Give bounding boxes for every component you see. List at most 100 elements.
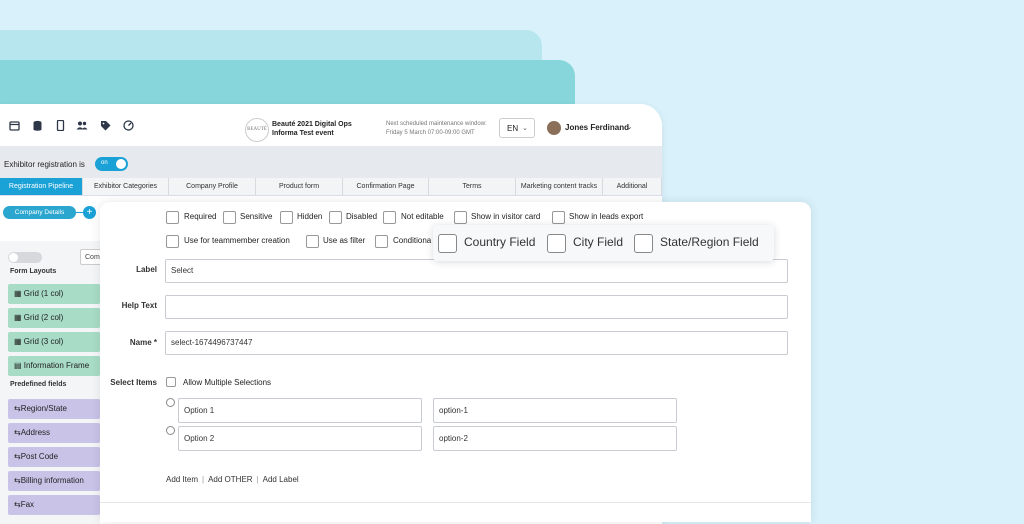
tab-product-form[interactable]: Product form [256, 178, 343, 195]
field-fax[interactable]: ⇆Fax [8, 495, 100, 515]
add-other-link[interactable]: Add OTHER [208, 475, 252, 484]
field-label: Region/State [20, 404, 67, 413]
option-1-value-input[interactable]: option-1 [433, 398, 677, 423]
show-in-visitor-card-label: Show in visitor card [471, 212, 541, 221]
tab-terms[interactable]: Terms [429, 178, 516, 195]
sidebar-toggle[interactable] [8, 252, 42, 263]
maintenance-title: Next scheduled maintenance window: [386, 121, 487, 127]
sensitive-checkbox[interactable] [223, 211, 236, 224]
option-2-value-input[interactable]: option-2 [433, 426, 677, 451]
show-in-visitor-card-checkbox[interactable] [454, 211, 467, 224]
mobile-icon[interactable] [53, 119, 67, 134]
chevron-down-icon: ⌄ [522, 125, 528, 132]
event-logo: BEAUTÉ [245, 118, 269, 142]
disabled-checkbox[interactable] [329, 211, 342, 224]
layout-grid-3[interactable]: ▦ Grid (3 col) [8, 332, 100, 352]
not-editable-checkbox[interactable] [383, 211, 396, 224]
city-field-label: City Field [573, 235, 624, 249]
tab-bar: Registration Pipeline Exhibitor Categori… [0, 178, 662, 196]
calendar-icon[interactable] [7, 120, 21, 134]
maintenance-notice: Next scheduled maintenance window: Frida… [386, 120, 487, 138]
field-label: Fax [20, 500, 35, 509]
layout-label: Grid (1 col) [23, 289, 64, 298]
required-checkbox[interactable] [166, 211, 179, 224]
conditional-label: Conditiona [393, 236, 432, 245]
teammember-creation-checkbox[interactable] [166, 235, 179, 248]
event-title: Beauté 2021 Digital Ops [272, 121, 352, 128]
hidden-label: Hidden [297, 212, 323, 221]
field-label: Post Code [20, 452, 59, 461]
tag-icon[interactable] [98, 120, 112, 134]
chevron-down-icon[interactable]: ⌄ [626, 122, 633, 131]
language-select[interactable]: EN ⌄ [499, 118, 535, 138]
option-1-label-input[interactable]: Option 1 [178, 398, 422, 423]
add-label-link[interactable]: Add Label [263, 475, 299, 484]
select-items-label: Select Items [110, 378, 157, 387]
layout-label: Information Frame [23, 361, 90, 370]
help-text-label: Help Text [121, 301, 157, 310]
users-icon[interactable] [75, 120, 89, 134]
option-2-label-input[interactable]: Option 2 [178, 426, 422, 451]
teammember-creation-label: Use for teammember creation [184, 236, 290, 245]
use-as-filter-label: Use as filter [323, 236, 366, 245]
tab-additional[interactable]: Additional [603, 178, 662, 195]
language-value: EN [507, 124, 519, 133]
hidden-checkbox[interactable] [280, 211, 293, 224]
database-icon[interactable] [30, 120, 44, 134]
field-post-code[interactable]: ⇆Post Code [8, 447, 100, 467]
registration-toggle[interactable]: on [95, 157, 128, 171]
field-region-state[interactable]: ⇆Region/State [8, 399, 100, 419]
step-connector [76, 212, 83, 213]
show-in-leads-export-label: Show in leads export [569, 212, 644, 221]
tab-exhibitor-categories[interactable]: Exhibitor Categories [83, 178, 169, 195]
conditional-checkbox[interactable] [375, 235, 388, 248]
field-billing-information[interactable]: ⇆Billing information [8, 471, 100, 491]
toggle-label: on [101, 160, 108, 166]
sensitive-label: Sensitive [240, 212, 273, 221]
tab-registration-pipeline[interactable]: Registration Pipeline [0, 178, 83, 195]
form-layouts-heading: Form Layouts [10, 268, 57, 275]
required-label: Required [184, 212, 217, 221]
step-company-details[interactable]: Company Details [3, 206, 76, 219]
add-item-link[interactable]: Add Item [166, 475, 198, 484]
label-field-label: Label [136, 265, 157, 274]
user-name[interactable]: Jones Ferdinand [565, 123, 629, 132]
event-name: Beauté 2021 Digital Ops Informa Test eve… [272, 120, 352, 138]
tab-confirmation-page[interactable]: Confirmation Page [343, 178, 429, 195]
country-field-checkbox[interactable] [438, 234, 457, 253]
state-region-field-label: State/Region Field [660, 235, 759, 249]
use-as-filter-checkbox[interactable] [306, 235, 319, 248]
event-subtitle: Informa Test event [272, 130, 334, 137]
location-fields-popup: Country Field City Field State/Region Fi… [433, 225, 774, 261]
field-label: Address [20, 428, 51, 437]
add-step-button[interactable]: + [83, 206, 96, 219]
layout-grid-1[interactable]: ▦ Grid (1 col) [8, 284, 100, 304]
layout-grid-2[interactable]: ▦ Grid (2 col) [8, 308, 100, 328]
toggle-knob [116, 159, 126, 169]
layout-label: Grid (3 col) [23, 337, 64, 346]
add-actions: Add Item | Add OTHER | Add Label [166, 475, 299, 484]
show-in-leads-export-checkbox[interactable] [552, 211, 565, 224]
layout-information-frame[interactable]: ▤ Information Frame [8, 356, 100, 376]
toggle-knob [9, 253, 18, 262]
allow-multiple-checkbox[interactable] [166, 377, 176, 387]
state-region-field-checkbox[interactable] [634, 234, 653, 253]
gauge-icon[interactable] [121, 120, 135, 134]
not-editable-label: Not editable [401, 212, 444, 221]
label-input[interactable]: Select [165, 259, 788, 283]
predefined-fields-heading: Predefined fields [10, 381, 67, 388]
field-address[interactable]: ⇆Address [8, 423, 100, 443]
option-1-radio[interactable] [166, 398, 175, 407]
avatar[interactable] [547, 121, 561, 135]
tab-company-profile[interactable]: Company Profile [169, 178, 256, 195]
tab-marketing-content-tracks[interactable]: Marketing content tracks [516, 178, 603, 195]
name-input[interactable]: select-1674496737447 [165, 331, 788, 355]
layout-label: Grid (2 col) [23, 313, 64, 322]
help-text-input[interactable] [165, 295, 788, 319]
country-field-label: Country Field [464, 235, 536, 249]
option-2-radio[interactable] [166, 426, 175, 435]
name-field-label: Name * [129, 338, 157, 347]
field-label: Billing information [20, 476, 84, 485]
panel-divider [100, 502, 811, 503]
city-field-checkbox[interactable] [547, 234, 566, 253]
